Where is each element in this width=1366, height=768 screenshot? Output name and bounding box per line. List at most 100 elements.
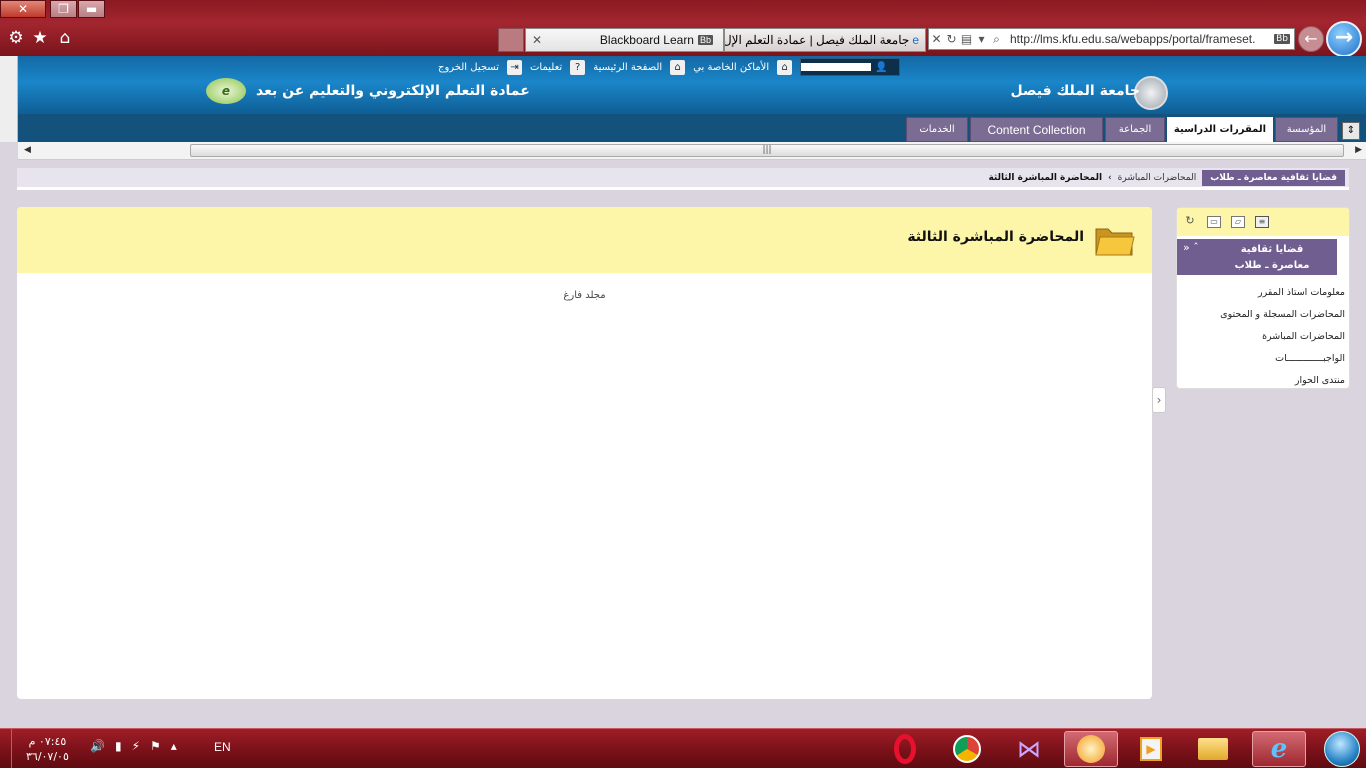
course-menu-title[interactable]: قضايا ثقافية معاصرة ـ طلاب (1177, 239, 1337, 275)
blackboard-header: 👤 ⌂ الأماكن الخاصة بي ⌂ الصفحة الرئيسية … (18, 56, 1366, 142)
course-title-line-2: معاصرة ـ طلاب (1234, 260, 1310, 271)
stop-icon[interactable]: ✕ (929, 32, 944, 46)
university-name: جامعة الملك فيصل (1010, 83, 1140, 99)
content-header: المحاضرة المباشرة الثالثة (17, 207, 1152, 273)
course-title-line-1: قضايا ثقافية (1240, 244, 1304, 255)
scroll-left-icon[interactable]: ◀ (24, 145, 31, 155)
volume-icon[interactable]: 🔊 (90, 739, 105, 753)
chevron-right-icon[interactable]: › (1152, 387, 1166, 413)
my-places-icon[interactable]: ⌂ (777, 59, 793, 75)
back-button[interactable]: ← (1298, 26, 1324, 52)
opera-icon[interactable] (878, 731, 932, 767)
folder-view-icon[interactable]: ▱ (1231, 216, 1245, 228)
visual-studio-icon[interactable]: ⋈ (1002, 731, 1056, 767)
page-title: المحاضرة المباشرة الثالثة (907, 229, 1084, 245)
network-icon[interactable]: ▮ (115, 739, 122, 753)
menu-item-assignments[interactable]: الواجبـــــــــــــات (1185, 347, 1345, 369)
bb-favicon-icon: Bb (697, 35, 713, 45)
window-close-button[interactable]: ✕ (0, 0, 46, 18)
vertical-scrollbar[interactable] (0, 56, 18, 142)
show-desktop-button[interactable] (0, 729, 12, 768)
home-icon[interactable]: ⌂ (670, 59, 686, 75)
help-icon[interactable]: ? (570, 59, 586, 75)
elearning-logo-icon: e (206, 78, 246, 104)
favorites-star-icon[interactable]: ★ (29, 28, 51, 48)
clock-time: ٠٧:٤٥ م (28, 735, 67, 748)
refresh-icon[interactable]: ↻ (1183, 215, 1197, 228)
search-icon[interactable]: ⌕ (989, 32, 1004, 47)
detach-window-icon[interactable]: ▭ (1207, 216, 1221, 228)
breadcrumb-separator: › (1108, 172, 1112, 183)
menu-item-discussion-forum[interactable]: منتدى الحوار (1185, 369, 1345, 388)
course-menu: ↻ ▭ ▱ ≡ قضايا ثقافية معاصرة ـ طلاب » ˆ م… (1176, 207, 1350, 389)
header-banner: 👤 ⌂ الأماكن الخاصة بي ⌂ الصفحة الرئيسية … (18, 56, 1366, 114)
my-places-link[interactable]: الأماكن الخاصة بي (693, 62, 769, 73)
video-player-icon[interactable]: ▶ (1124, 731, 1178, 767)
tab-kfu-deanship[interactable]: e جامعة الملك فيصل | عمادة التعلم الإل..… (724, 28, 926, 52)
bb-favicon-icon: Bb (1274, 34, 1290, 44)
tab-community[interactable]: الجماعة (1105, 117, 1165, 142)
menu-item-instructor-info[interactable]: معلومات استاذ المقرر (1185, 281, 1345, 303)
menu-item-live-lectures[interactable]: المحاضرات المباشرة (1185, 325, 1345, 347)
breadcrumb-parent[interactable]: المحاضرات المباشرة (1118, 173, 1197, 183)
user-name-box[interactable]: 👤 (800, 58, 901, 76)
action-center-icon[interactable]: ⚑ (150, 739, 161, 753)
breadcrumb-course[interactable]: قضايا ثقافية معاصرة ـ طلاب (1202, 169, 1345, 186)
dropdown-icon[interactable]: ▾ (974, 32, 989, 46)
chevron-up-icon[interactable]: » ˆ (1183, 241, 1199, 254)
deanship-name: عمادة التعلم الإلكتروني والتعليم عن بعد (256, 83, 530, 99)
tab-blackboard-learn[interactable]: ✕ Blackboard Learn Bb (525, 28, 724, 52)
user-name (801, 63, 872, 71)
start-button[interactable] (1324, 731, 1360, 767)
help-link[interactable]: تعليمات (530, 62, 562, 73)
user-icon: 👤 (875, 61, 888, 73)
main-tabs: ⇕ المؤسسة المقررات الدراسية الجماعة Cont… (18, 114, 1366, 142)
home-icon[interactable]: ⌂ (54, 28, 76, 48)
collapse-header-icon[interactable]: ⇕ (1342, 122, 1360, 140)
url-text[interactable]: http://lms.kfu.edu.sa/webapps/portal/fra… (1004, 32, 1270, 46)
tab-content-collection[interactable]: Content Collection (970, 117, 1103, 142)
window-minimize-button[interactable]: ▬ (78, 0, 105, 18)
internet-explorer-icon[interactable]: e (1252, 731, 1306, 767)
clock-date: ٣٦/٠٧/٠٥ (26, 750, 69, 763)
system-tray: 🔊 ▮ ⚡ ⚑ ▴ (90, 739, 177, 753)
ie-favicon-icon: e (912, 33, 919, 47)
taskbar: ٠٧:٤٥ م ٣٦/٠٧/٠٥ 🔊 ▮ ⚡ ⚑ ▴ EN ⋈ ▶ e (0, 728, 1366, 768)
horizontal-scrollbar[interactable]: ◀ ||| ▶ (18, 142, 1366, 160)
logout-icon[interactable]: ⇥ (507, 59, 523, 75)
breadcrumb: قضايا ثقافية معاصرة ـ طلاب المحاضرات الم… (17, 168, 1349, 190)
tab-close-icon[interactable]: ✕ (532, 33, 542, 47)
tab-title: Blackboard Learn (599, 33, 694, 47)
list-view-icon[interactable]: ≡ (1255, 216, 1269, 228)
browser-chrome: ✕ ❐ ▬ ⚙ ★ ⌂ ✕ Blackboard Learn Bb e جامع… (0, 0, 1366, 57)
menu-item-recorded-lectures[interactable]: المحاضرات المسجلة و المحتوى (1185, 303, 1345, 325)
content-panel: المحاضرة المباشرة الثالثة مجلد فارغ (17, 207, 1152, 699)
empty-folder-message: مجلد فارغ (563, 290, 606, 301)
logout-link[interactable]: تسجيل الخروج (438, 62, 499, 73)
tab-courses[interactable]: المقررات الدراسية (1167, 117, 1273, 142)
folder-icon (1095, 228, 1135, 256)
compatibility-icon[interactable]: ▤ (959, 32, 974, 46)
window-restore-button[interactable]: ❐ (50, 0, 77, 18)
course-menu-toolbar: ↻ ▭ ▱ ≡ (1177, 208, 1349, 236)
gear-icon[interactable]: ⚙ (5, 28, 27, 48)
breadcrumb-current: المحاضرة المباشرة الثالثة (988, 172, 1103, 183)
new-tab-button[interactable] (498, 28, 524, 52)
system-clock[interactable]: ٠٧:٤٥ م ٣٦/٠٧/٠٥ (26, 734, 69, 764)
home-link[interactable]: الصفحة الرئيسية (593, 62, 662, 73)
tab-institution[interactable]: المؤسسة (1275, 117, 1338, 142)
language-indicator[interactable]: EN (214, 740, 231, 754)
forward-button[interactable]: → (1326, 21, 1362, 57)
show-hidden-icons-icon[interactable]: ▴ (171, 739, 177, 753)
scroll-right-icon[interactable]: ▶ (1355, 145, 1362, 155)
address-bar[interactable]: ✕ ↻ ▤ ▾ ⌕ http://lms.kfu.edu.sa/webapps/… (928, 28, 1295, 50)
tab-title: جامعة الملك فيصل | عمادة التعلم الإل... (724, 33, 910, 47)
refresh-icon[interactable]: ↻ (944, 32, 959, 46)
chrome-icon[interactable] (940, 731, 994, 767)
top-utility-bar: 👤 ⌂ الأماكن الخاصة بي ⌂ الصفحة الرئيسية … (438, 58, 901, 76)
file-explorer-icon[interactable] (1186, 731, 1240, 767)
tab-services[interactable]: الخدمات (906, 117, 968, 142)
power-icon[interactable]: ⚡ (132, 739, 140, 753)
media-player-icon[interactable] (1064, 731, 1118, 767)
scrollbar-thumb[interactable]: ||| (190, 144, 1344, 157)
